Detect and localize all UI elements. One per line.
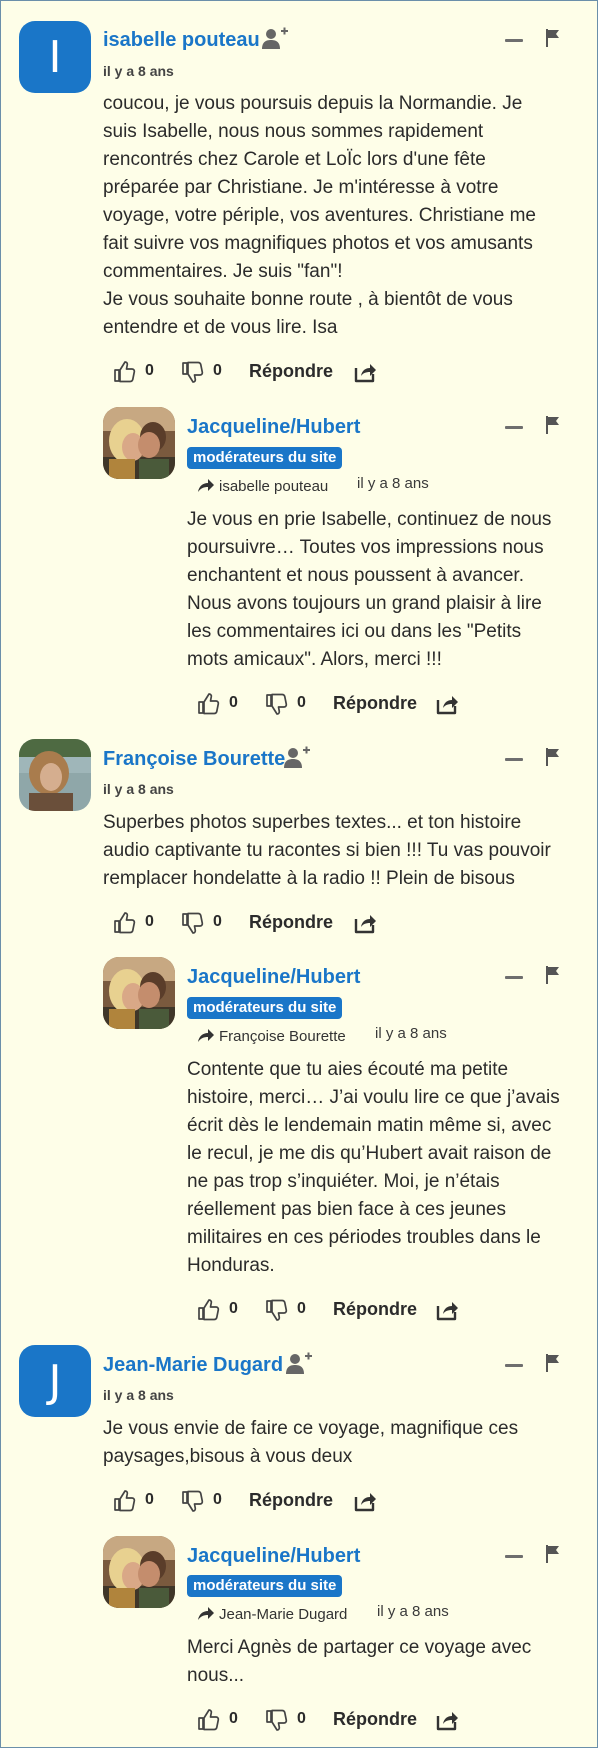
comment-timestamp[interactable]: il y a 8 ans — [375, 1025, 447, 1042]
avatar[interactable] — [19, 739, 91, 811]
comment-author[interactable]: isabelle pouteau — [103, 29, 260, 52]
thumbs-down-icon[interactable] — [181, 360, 205, 384]
like-count: 0 — [145, 1491, 154, 1508]
reply-button[interactable]: Répondre — [249, 912, 333, 933]
flag-icon[interactable] — [545, 966, 561, 984]
reply-to-link[interactable]: isabelle pouteau — [197, 477, 328, 495]
reply-button[interactable]: Répondre — [333, 693, 417, 714]
flag-icon[interactable] — [545, 29, 561, 47]
share-icon[interactable] — [435, 1708, 459, 1732]
reply-to-link[interactable]: Jean-Marie Dugard — [197, 1605, 347, 1623]
comment-timestamp[interactable]: il y a 8 ans — [103, 63, 174, 79]
comment-actions: 0 0 Répondre — [113, 1487, 393, 1517]
reply-arrow-icon — [197, 1605, 215, 1621]
comment-body: Je vous en prie Isabelle, continuez de n… — [187, 509, 552, 670]
collapse-icon[interactable] — [505, 976, 523, 979]
like-count: 0 — [145, 913, 154, 930]
comment-body: coucou, je vous poursuis depuis la Norma… — [103, 93, 536, 338]
collapse-icon[interactable] — [505, 758, 523, 761]
moderator-badge: modérateurs du site — [187, 997, 343, 1019]
thumbs-up-icon[interactable] — [197, 1298, 221, 1322]
collapse-icon[interactable] — [505, 1555, 523, 1558]
thumbs-down-icon[interactable] — [265, 1708, 289, 1732]
thumbs-up-icon[interactable] — [113, 360, 137, 384]
comment-author[interactable]: Jacqueline/Hubert — [187, 966, 360, 989]
thumbs-up-icon[interactable] — [113, 911, 137, 935]
dislike-count: 0 — [213, 1491, 222, 1508]
thumbs-up-icon[interactable] — [197, 1708, 221, 1732]
thumbs-down-icon[interactable] — [265, 1298, 289, 1322]
dislike-count: 0 — [297, 694, 306, 711]
comments-panel: I isabelle pouteau il y a 8 ans coucou, … — [0, 0, 598, 1748]
reply-button[interactable]: Répondre — [249, 1490, 333, 1511]
share-icon[interactable] — [435, 1298, 459, 1322]
collapse-icon[interactable] — [505, 1364, 523, 1367]
thumbs-down-icon[interactable] — [265, 692, 289, 716]
thumbs-up-icon[interactable] — [113, 1489, 137, 1513]
dislike-count: 0 — [297, 1710, 306, 1727]
comment-author[interactable]: Jean-Marie Dugard — [103, 1354, 283, 1377]
flag-icon[interactable] — [545, 1354, 561, 1372]
dislike-count: 0 — [297, 1300, 306, 1317]
follow-user-icon[interactable] — [283, 746, 311, 770]
comment-actions: 0 0 Répondre — [197, 1296, 477, 1326]
reply-button[interactable]: Répondre — [333, 1709, 417, 1730]
collapse-icon[interactable] — [505, 39, 523, 42]
comment-timestamp[interactable]: il y a 8 ans — [103, 1387, 174, 1403]
dislike-count: 0 — [213, 913, 222, 930]
share-icon[interactable] — [353, 360, 377, 384]
comment-author[interactable]: Françoise Bourette — [103, 748, 285, 771]
comment-actions: 0 0 Répondre — [197, 1706, 477, 1736]
comment-actions: 0 0 Répondre — [113, 358, 393, 388]
comment-actions: 0 0 Répondre — [113, 909, 393, 939]
reply-to-link[interactable]: Françoise Bourette — [197, 1027, 346, 1045]
flag-icon[interactable] — [545, 416, 561, 434]
thumbs-down-icon[interactable] — [181, 1489, 205, 1513]
reply-button[interactable]: Répondre — [333, 1299, 417, 1320]
reply-to-author: isabelle pouteau — [219, 478, 329, 495]
like-count: 0 — [229, 1300, 238, 1317]
avatar[interactable]: I — [19, 21, 91, 93]
like-count: 0 — [229, 1710, 238, 1727]
collapse-icon[interactable] — [505, 426, 523, 429]
thumbs-up-icon[interactable] — [197, 692, 221, 716]
comment-timestamp[interactable]: il y a 8 ans — [377, 1603, 449, 1620]
reply-to-author: Françoise Bourette — [219, 1028, 346, 1045]
share-icon[interactable] — [435, 692, 459, 716]
avatar[interactable] — [103, 957, 175, 1029]
avatar[interactable]: J — [19, 1345, 91, 1417]
comment-body: Merci Agnès de partager ce voyage avec n… — [187, 1637, 532, 1686]
follow-user-icon[interactable] — [261, 27, 289, 51]
thumbs-down-icon[interactable] — [181, 911, 205, 935]
reply-to-author: Jean-Marie Dugard — [219, 1606, 348, 1623]
flag-icon[interactable] — [545, 1545, 561, 1563]
comment-body: Superbes photos superbes textes... et to… — [103, 812, 551, 889]
comment-timestamp[interactable]: il y a 8 ans — [357, 475, 429, 492]
like-count: 0 — [145, 362, 154, 379]
reply-arrow-icon — [197, 1027, 215, 1043]
like-count: 0 — [229, 694, 238, 711]
reply-arrow-icon — [197, 477, 215, 493]
comment-author[interactable]: Jacqueline/Hubert — [187, 1545, 360, 1568]
share-icon[interactable] — [353, 1489, 377, 1513]
dislike-count: 0 — [213, 362, 222, 379]
comment-actions: 0 0 Répondre — [197, 690, 477, 720]
avatar[interactable] — [103, 1536, 175, 1608]
comment-timestamp[interactable]: il y a 8 ans — [103, 781, 174, 797]
comment-author[interactable]: Jacqueline/Hubert — [187, 416, 360, 439]
avatar[interactable] — [103, 407, 175, 479]
follow-user-icon[interactable] — [285, 1352, 313, 1376]
moderator-badge: modérateurs du site — [187, 1575, 343, 1597]
moderator-badge: modérateurs du site — [187, 447, 343, 469]
share-icon[interactable] — [353, 911, 377, 935]
flag-icon[interactable] — [545, 748, 561, 766]
reply-button[interactable]: Répondre — [249, 361, 333, 382]
comment-body: Je vous envie de faire ce voyage, magnif… — [103, 1418, 519, 1467]
comment-body: Contente que tu aies écouté ma petite hi… — [187, 1059, 560, 1276]
